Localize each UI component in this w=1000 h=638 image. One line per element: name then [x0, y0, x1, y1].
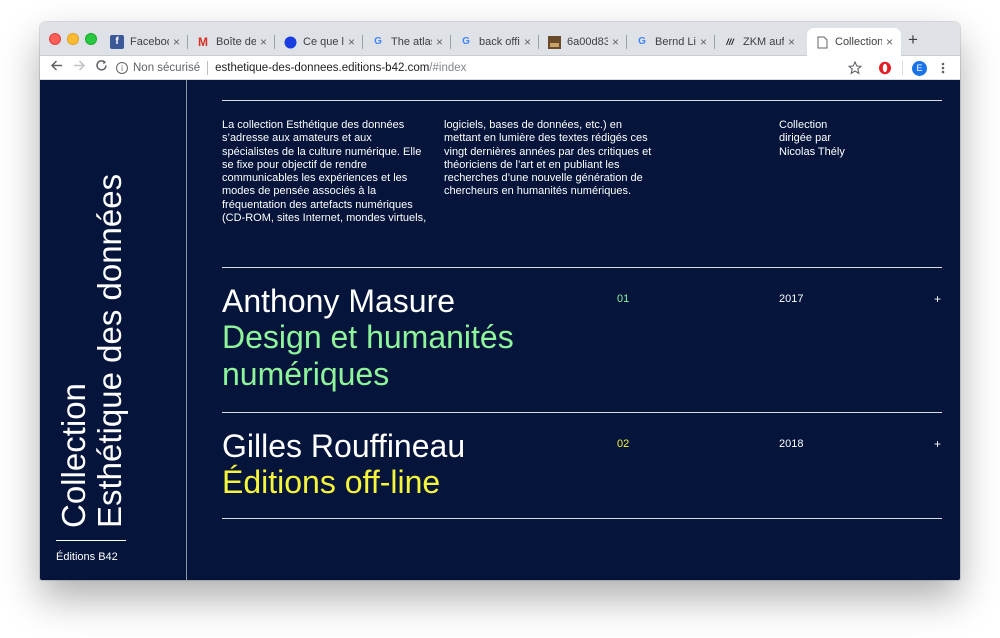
sidebar-divider — [186, 80, 187, 580]
intro-column-1: La collection Esthétique des données s’a… — [222, 119, 427, 225]
close-tab-icon[interactable]: × — [173, 35, 180, 49]
book-number: 02 — [617, 438, 630, 450]
tab-facebook[interactable]: f Facebook × — [102, 28, 188, 56]
expand-book-button[interactable]: + — [934, 437, 941, 451]
book-number: 01 — [617, 293, 630, 305]
close-window-button[interactable] — [49, 33, 61, 45]
publisher-rule — [56, 540, 126, 541]
tab-title: ZKM auf B — [743, 36, 784, 48]
collection-director: Collection dirigée par Nicolas Thély — [779, 119, 879, 159]
close-tab-icon[interactable]: × — [788, 35, 795, 49]
vertical-title-line1: Collection — [55, 383, 92, 528]
book-title-line2: numériques — [222, 356, 390, 392]
book-year: 2018 — [779, 438, 804, 450]
director-line2: dirigée par — [779, 132, 831, 145]
page-icon — [815, 35, 829, 49]
gmail-icon: M — [198, 35, 208, 49]
profile-initial: E — [912, 60, 927, 76]
close-tab-icon[interactable]: × — [612, 35, 619, 49]
divider-before-book-2 — [222, 412, 942, 413]
toolbar-divider — [902, 61, 903, 75]
zkm-icon: /// — [726, 36, 734, 47]
google-icon: G — [638, 36, 646, 47]
expand-book-button[interactable]: + — [934, 292, 941, 306]
director-line3: Nicolas Thély — [779, 145, 845, 158]
maximize-window-button[interactable] — [85, 33, 97, 45]
address-bar[interactable]: i Non sécurisé esthetique-des-donnees.ed… — [116, 58, 846, 78]
image-icon — [547, 35, 561, 49]
book-title-line1: Éditions off-line — [222, 464, 441, 500]
close-tab-icon[interactable]: × — [260, 35, 267, 49]
intro-column-2: logiciels, bases de données, etc.) en me… — [444, 119, 652, 198]
close-tab-icon[interactable]: × — [524, 35, 531, 49]
info-icon[interactable]: i — [116, 62, 128, 74]
book-entry-2[interactable]: Gilles Rouffineau Éditions off-line 02 2… — [222, 428, 942, 518]
book-title: Éditions off-line — [222, 464, 440, 501]
url-path: /#index — [429, 62, 467, 74]
security-label: Non sécurisé — [133, 62, 201, 74]
book-title: Design et humanités numériques — [222, 319, 514, 393]
google-icon: G — [462, 36, 470, 47]
address-divider — [207, 61, 209, 75]
profile-avatar[interactable]: E — [912, 58, 927, 78]
browser-window: f Facebook × M Boîte de r × Ce que le × … — [40, 22, 960, 580]
facebook-icon: f — [110, 35, 124, 49]
tab-title: Boîte de r — [216, 36, 256, 48]
book-year: 2017 — [779, 293, 804, 305]
publisher-link[interactable]: Éditions B42 — [56, 551, 118, 563]
collection-vertical-title: Collection Esthétique des données — [55, 173, 128, 528]
tab-strip: f Facebook × M Boîte de r × Ce que le × … — [40, 22, 960, 56]
tab-the-atlas[interactable]: G The atlas × — [363, 28, 451, 56]
tab-title: Bernd Lint — [655, 36, 696, 48]
book-author: Anthony Masure — [222, 283, 456, 319]
close-tab-icon[interactable]: × — [348, 35, 355, 49]
close-tab-icon[interactable]: × — [436, 35, 443, 49]
vertical-title-line2: Esthétique des données — [91, 173, 128, 528]
opera-icon[interactable] — [878, 58, 892, 78]
book-entry-1[interactable]: Anthony Masure Design et humanités numér… — [222, 283, 942, 413]
bookmark-star-icon[interactable] — [848, 58, 862, 78]
back-arrow-icon[interactable] — [50, 59, 63, 75]
tab-back-office[interactable]: G back offic × — [451, 28, 539, 56]
tab-image[interactable]: 6a00d834 × — [539, 28, 627, 56]
tab-title: The atlas — [391, 36, 432, 48]
browser-toolbar: i Non sécurisé esthetique-des-donnees.ed… — [40, 56, 960, 80]
tab-title: Collection — [835, 36, 882, 48]
director-line1: Collection — [779, 119, 828, 131]
reload-icon[interactable] — [95, 59, 108, 75]
top-divider — [222, 100, 942, 101]
google-icon: G — [374, 36, 382, 47]
web-page: Collection Esthétique des données Éditio… — [40, 80, 960, 580]
close-tab-icon[interactable]: × — [700, 35, 707, 49]
close-tab-icon[interactable]: × — [886, 35, 893, 49]
book-author: Gilles Rouffineau — [222, 428, 466, 464]
minimize-window-button[interactable] — [67, 33, 79, 45]
tab-bernd-lint[interactable]: G Bernd Lint × — [627, 28, 715, 56]
tab-title: Ce que le — [303, 36, 344, 48]
url-host: esthetique-des-donnees.editions-b42.com — [215, 62, 430, 74]
forward-arrow-icon[interactable] — [73, 59, 86, 75]
new-tab-button[interactable]: + — [908, 30, 918, 50]
bottom-divider — [222, 518, 942, 519]
tab-ce-que-le[interactable]: Ce que le × — [275, 28, 363, 56]
tab-title: Facebook — [130, 36, 169, 48]
book-title-line1: Design et humanités — [222, 319, 514, 355]
more-menu-icon[interactable] — [941, 58, 945, 78]
tab-title: back offic — [479, 36, 520, 48]
tab-gmail[interactable]: M Boîte de r × — [188, 28, 275, 56]
tab-collection[interactable]: Collection × — [807, 28, 901, 56]
blue-circle-icon — [283, 35, 297, 49]
divider-before-book-1 — [222, 267, 942, 268]
tab-title: 6a00d834 — [567, 36, 608, 48]
tab-zkm[interactable]: /// ZKM auf B × — [715, 28, 803, 56]
